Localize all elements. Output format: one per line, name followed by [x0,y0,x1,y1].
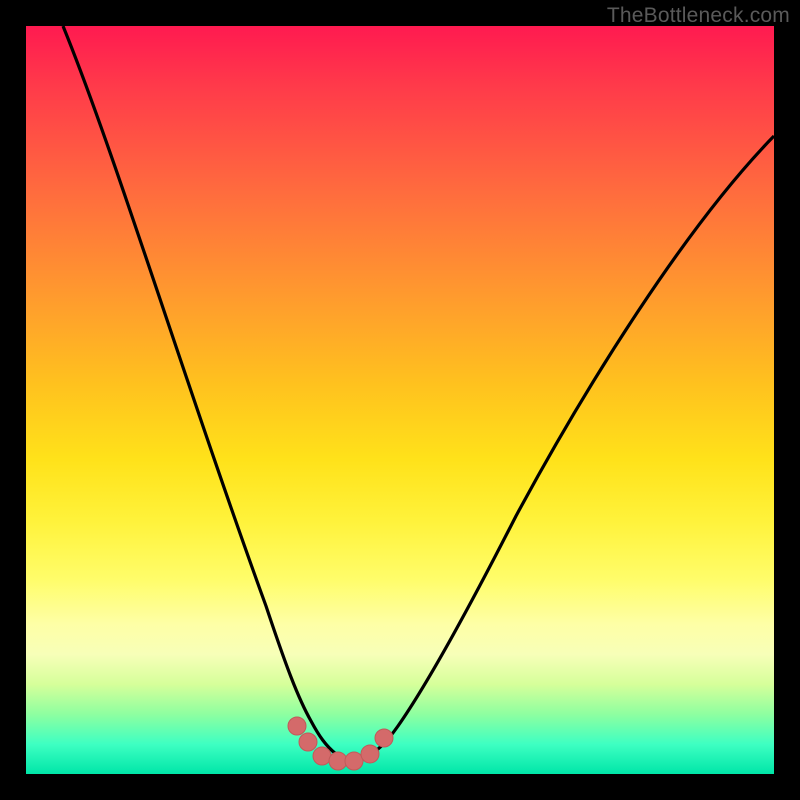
gradient-plot-area [26,26,774,774]
marker-dot [313,747,331,765]
curve-layer [26,26,774,774]
bottom-markers [288,717,393,770]
bottleneck-curve [63,26,774,760]
watermark-text: TheBottleneck.com [607,4,790,28]
marker-dot [329,752,347,770]
marker-dot [288,717,306,735]
marker-dot [361,745,379,763]
marker-dot [345,752,363,770]
chart-frame: TheBottleneck.com [0,0,800,800]
marker-dot [299,733,317,751]
marker-dot [375,729,393,747]
